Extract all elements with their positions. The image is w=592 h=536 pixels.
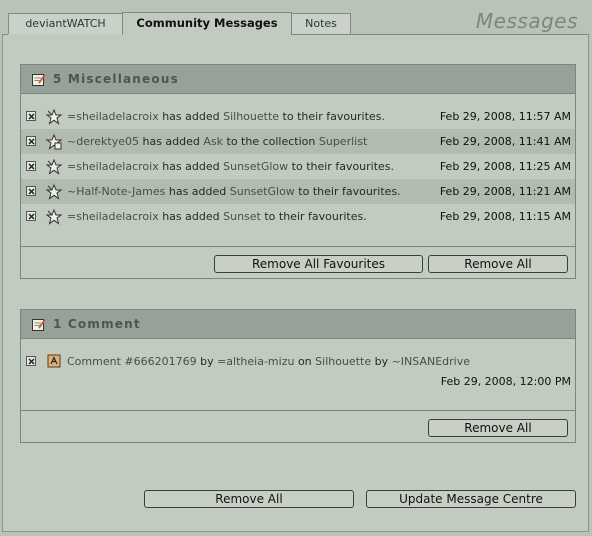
- list-item: =sheiladelacroix has added Sunset to the…: [21, 204, 575, 229]
- list-item: ~Half-Note-James has added SunsetGlow to…: [21, 179, 575, 204]
- message-date: Feb 29, 2008, 11:41 AM: [439, 135, 571, 148]
- deviation-link[interactable]: Silhouette: [223, 110, 279, 123]
- tab-community-messages[interactable]: Community Messages: [122, 12, 292, 35]
- comment-panel-header: 1 Comment: [21, 310, 575, 339]
- remove-message-checkbox[interactable]: [26, 136, 36, 146]
- remove-message-checkbox[interactable]: [26, 161, 36, 171]
- tab-underline: [292, 34, 589, 35]
- comment-panel-title: 1 Comment: [53, 317, 141, 331]
- misc-panel-title: 5 Miscellaneous: [53, 72, 179, 86]
- remove-all-button[interactable]: Remove All: [428, 419, 568, 437]
- user-link[interactable]: =sheiladelacroix: [67, 210, 159, 223]
- remove-all-button[interactable]: Remove All: [428, 255, 568, 273]
- deviation-link[interactable]: Sunset: [223, 210, 261, 223]
- favourite-star-icon: [45, 158, 63, 175]
- remove-message-checkbox[interactable]: [26, 211, 36, 221]
- comment-link[interactable]: Comment #666201769: [67, 355, 197, 368]
- tab-underline: [2, 34, 8, 35]
- favourite-star-icon: [45, 108, 63, 125]
- comment-icon: [47, 354, 61, 368]
- collection-icon: [45, 133, 63, 150]
- user-link[interactable]: ~derektye05: [67, 135, 139, 148]
- tab-notes[interactable]: Notes: [291, 13, 351, 34]
- deviation-link[interactable]: SunsetGlow: [223, 160, 288, 173]
- misc-panel-header: 5 Miscellaneous: [21, 65, 575, 94]
- tab-bar: deviantWATCH Community Messages Notes Me…: [0, 0, 592, 35]
- list-item: Comment #666201769 by =altheia-mizu on S…: [21, 349, 575, 391]
- list-item: =sheiladelacroix has added SunsetGlow to…: [21, 154, 575, 179]
- list-item: ~derektye05 has added Ask to the collect…: [21, 129, 575, 154]
- favourite-star-icon: [45, 208, 63, 225]
- message-date: Feb 29, 2008, 11:21 AM: [439, 185, 571, 198]
- user-link[interactable]: ~Half-Note-James: [67, 185, 165, 198]
- update-message-centre-button[interactable]: Update Message Centre: [366, 490, 576, 508]
- note-icon: [32, 73, 46, 86]
- tab-deviantwatch[interactable]: deviantWATCH: [8, 13, 123, 34]
- divider: [21, 410, 575, 411]
- message-date: Feb 29, 2008, 12:00 PM: [440, 375, 571, 388]
- deviation-link[interactable]: Ask: [203, 135, 223, 148]
- remove-message-checkbox[interactable]: [26, 186, 36, 196]
- user-link[interactable]: =sheiladelacroix: [67, 110, 159, 123]
- message-date: Feb 29, 2008, 11:15 AM: [439, 210, 571, 223]
- collection-link[interactable]: Superlist: [319, 135, 367, 148]
- remove-all-messages-button[interactable]: Remove All: [144, 490, 354, 508]
- message-date: Feb 29, 2008, 11:25 AM: [439, 160, 571, 173]
- remove-message-checkbox[interactable]: [26, 356, 36, 366]
- divider: [21, 246, 575, 247]
- remove-all-favourites-button[interactable]: Remove All Favourites: [214, 255, 423, 273]
- artist-link[interactable]: ~INSANEdrive: [392, 355, 470, 368]
- list-item: =sheiladelacroix has added Silhouette to…: [21, 104, 575, 129]
- user-link[interactable]: =sheiladelacroix: [67, 160, 159, 173]
- remove-message-checkbox[interactable]: [26, 111, 36, 121]
- deviation-link[interactable]: Silhouette: [315, 355, 371, 368]
- note-icon: [32, 318, 46, 331]
- misc-panel: 5 Miscellaneous =sheiladelacroix has add…: [20, 64, 576, 279]
- user-link[interactable]: =altheia-mizu: [217, 355, 294, 368]
- favourite-star-icon: [45, 183, 63, 200]
- deviation-link[interactable]: SunsetGlow: [230, 185, 295, 198]
- page-title: Messages: [475, 9, 578, 33]
- message-date: Feb 29, 2008, 11:57 AM: [439, 110, 571, 123]
- comment-panel: 1 Comment Comment #666201769 by =altheia…: [20, 309, 576, 443]
